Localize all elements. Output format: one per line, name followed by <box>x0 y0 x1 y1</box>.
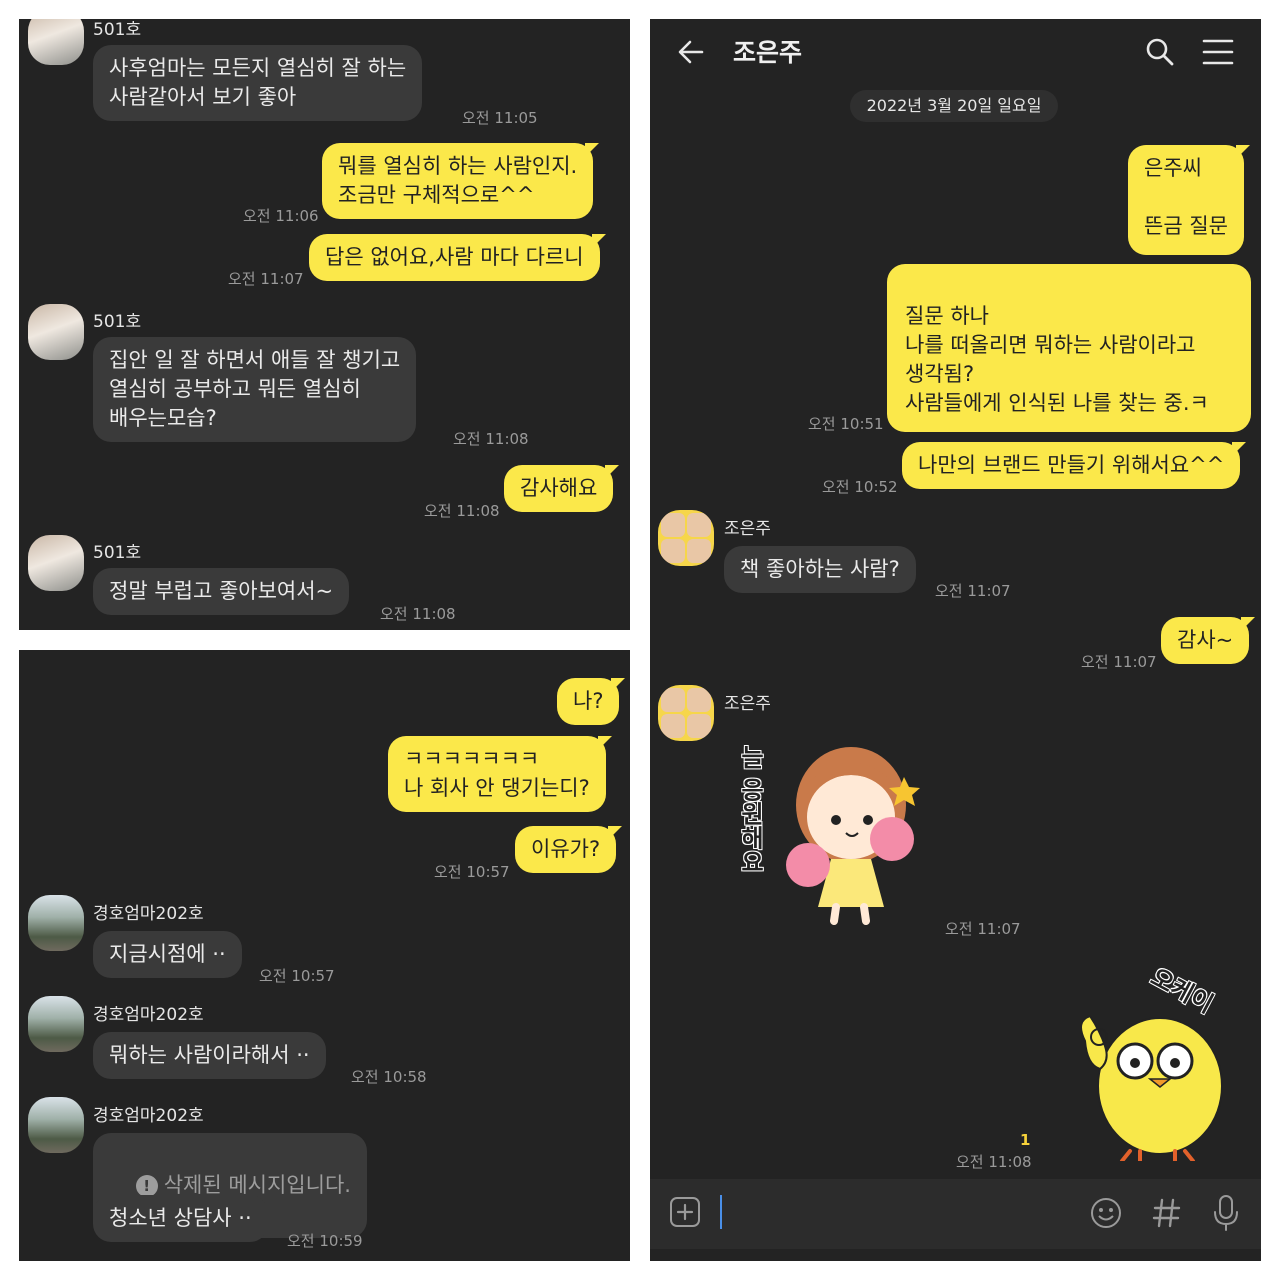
message-time: 오전 10:59 <box>287 1232 363 1250</box>
message-bubble-out[interactable]: 감사~ <box>1161 617 1256 664</box>
message-time: 오전 11:07 <box>945 920 1021 938</box>
plus-icon[interactable] <box>669 1196 701 1228</box>
okay-sticker[interactable]: 오케이 <box>1065 963 1245 1166</box>
message-bubble-out[interactable]: 나만의 브랜드 만들기 위해서요^^ <box>902 442 1247 489</box>
sender-name: 경호엄마202호 <box>93 1005 204 1025</box>
sender-name: 조은주 <box>724 519 771 539</box>
chat-panel-bottom-left: 나? ㅋㅋㅋㅋㅋㅋㅋ 나 회사 안 댕기는디? 이유가? 오전 10:57 경호… <box>19 650 630 1261</box>
message-time: 오전 11:08 <box>453 430 529 448</box>
message-time: 오전 10:58 <box>351 1068 427 1086</box>
message-time: 오전 11:07 <box>1081 653 1157 671</box>
chat-panel-top-left: 501호 사후엄마는 모든지 열심히 잘 하는 사람같아서 보기 좋아 오전 1… <box>19 19 630 630</box>
message-bubble-out[interactable]: ㅋㅋㅋㅋㅋㅋㅋ 나 회사 안 댕기는디? <box>388 736 612 812</box>
sender-name: 501호 <box>93 543 142 563</box>
message-bubble-out[interactable]: 뭐를 열심히 하는 사람인지. 조금만 구체적으로^^ <box>322 143 600 219</box>
message-time: 오전 11:07 <box>228 270 304 288</box>
message-time: 오전 10:51 <box>808 415 884 433</box>
sender-name: 경호엄마202호 <box>93 904 204 924</box>
message-bubble-in[interactable]: 지금시점에 ·· <box>93 931 242 978</box>
chick-okay-icon <box>1080 1014 1223 1161</box>
girl-cheer-icon <box>786 747 920 925</box>
message-bubble-in[interactable]: 집안 일 잘 하면서 애들 잘 챙기고 열심히 공부하고 뭐든 열심히 배우는모… <box>93 337 417 442</box>
chat-title: 조은주 <box>733 38 803 67</box>
back-arrow-icon[interactable] <box>676 37 706 67</box>
avatar-202[interactable] <box>28 996 84 1052</box>
message-bubble-out[interactable]: 답은 없어요,사람 마다 다르니 <box>309 234 606 281</box>
message-time: 오전 10:52 <box>822 478 898 496</box>
message-time: 오전 11:08 <box>380 605 456 623</box>
avatar-joeunju[interactable] <box>658 510 714 566</box>
avatar-joeunju[interactable] <box>658 685 714 741</box>
message-bubble-in[interactable]: 청소년 상담사 ·· <box>93 1195 268 1242</box>
date-divider: 2022년 3월 20일 일요일 <box>850 90 1058 122</box>
avatar-501[interactable] <box>28 19 84 65</box>
sender-name: 501호 <box>93 312 142 332</box>
message-time: 오전 11:07 <box>935 582 1011 600</box>
message-time: 오전 10:57 <box>434 863 510 881</box>
message-bubble-out[interactable]: 이유가? <box>515 826 623 873</box>
search-icon[interactable] <box>1144 36 1176 68</box>
message-time: 오전 11:05 <box>462 109 538 127</box>
avatar-202[interactable] <box>28 1097 84 1153</box>
message-bubble-in[interactable]: 정말 부럽고 좋아보여서~ <box>93 568 350 615</box>
sender-name: 조은주 <box>724 694 771 714</box>
message-bubble-out[interactable]: 질문 하나 나를 떠올리면 뭐하는 사람이라고 생각됨? 사람들에게 인식된 나… <box>887 264 1251 432</box>
message-time: 오전 10:57 <box>259 967 335 985</box>
sender-name: 501호 <box>93 20 142 40</box>
message-bubble-in[interactable]: 책 좋아하는 사람? <box>724 546 916 593</box>
deleted-message-text: 삭제된 메시지입니다. <box>163 1173 351 1197</box>
chat-panel-right: 조은주 2022년 3월 20일 일요일 은주씨 뜬금 질문 질문 하나 나를 … <box>650 19 1261 1261</box>
message-input-bar <box>650 1179 1261 1249</box>
message-bubble-out[interactable]: 감사해요 <box>504 465 620 512</box>
message-bubble-out[interactable]: 은주씨 뜬금 질문 <box>1128 145 1250 255</box>
sticker-caption: 늘 응원해요 <box>736 745 764 874</box>
sender-name: 경호엄마202호 <box>93 1106 204 1126</box>
mic-icon[interactable] <box>1212 1194 1240 1232</box>
unread-count: 1 <box>1020 1131 1031 1149</box>
warning-icon: ! <box>135 1175 158 1197</box>
message-time: 오전 11:06 <box>243 207 319 225</box>
cheer-sticker[interactable]: 늘 응원해요 <box>726 725 926 925</box>
message-bubble-in[interactable]: 사후엄마는 모든지 열심히 잘 하는 사람같아서 보기 좋아 <box>93 45 423 121</box>
emoji-icon[interactable] <box>1089 1196 1123 1230</box>
avatar-202[interactable] <box>28 895 84 951</box>
hashtag-icon[interactable] <box>1151 1196 1183 1230</box>
message-bubble-out[interactable]: 나? <box>557 678 626 725</box>
menu-icon[interactable] <box>1202 38 1234 66</box>
message-input-field[interactable] <box>720 1195 722 1229</box>
avatar-501[interactable] <box>28 535 84 591</box>
message-time: 오전 11:08 <box>424 502 500 520</box>
message-time: 오전 11:08 <box>956 1153 1032 1171</box>
avatar-501[interactable] <box>28 304 84 360</box>
message-bubble-in[interactable]: 뭐하는 사람이라해서 ·· <box>93 1032 326 1079</box>
